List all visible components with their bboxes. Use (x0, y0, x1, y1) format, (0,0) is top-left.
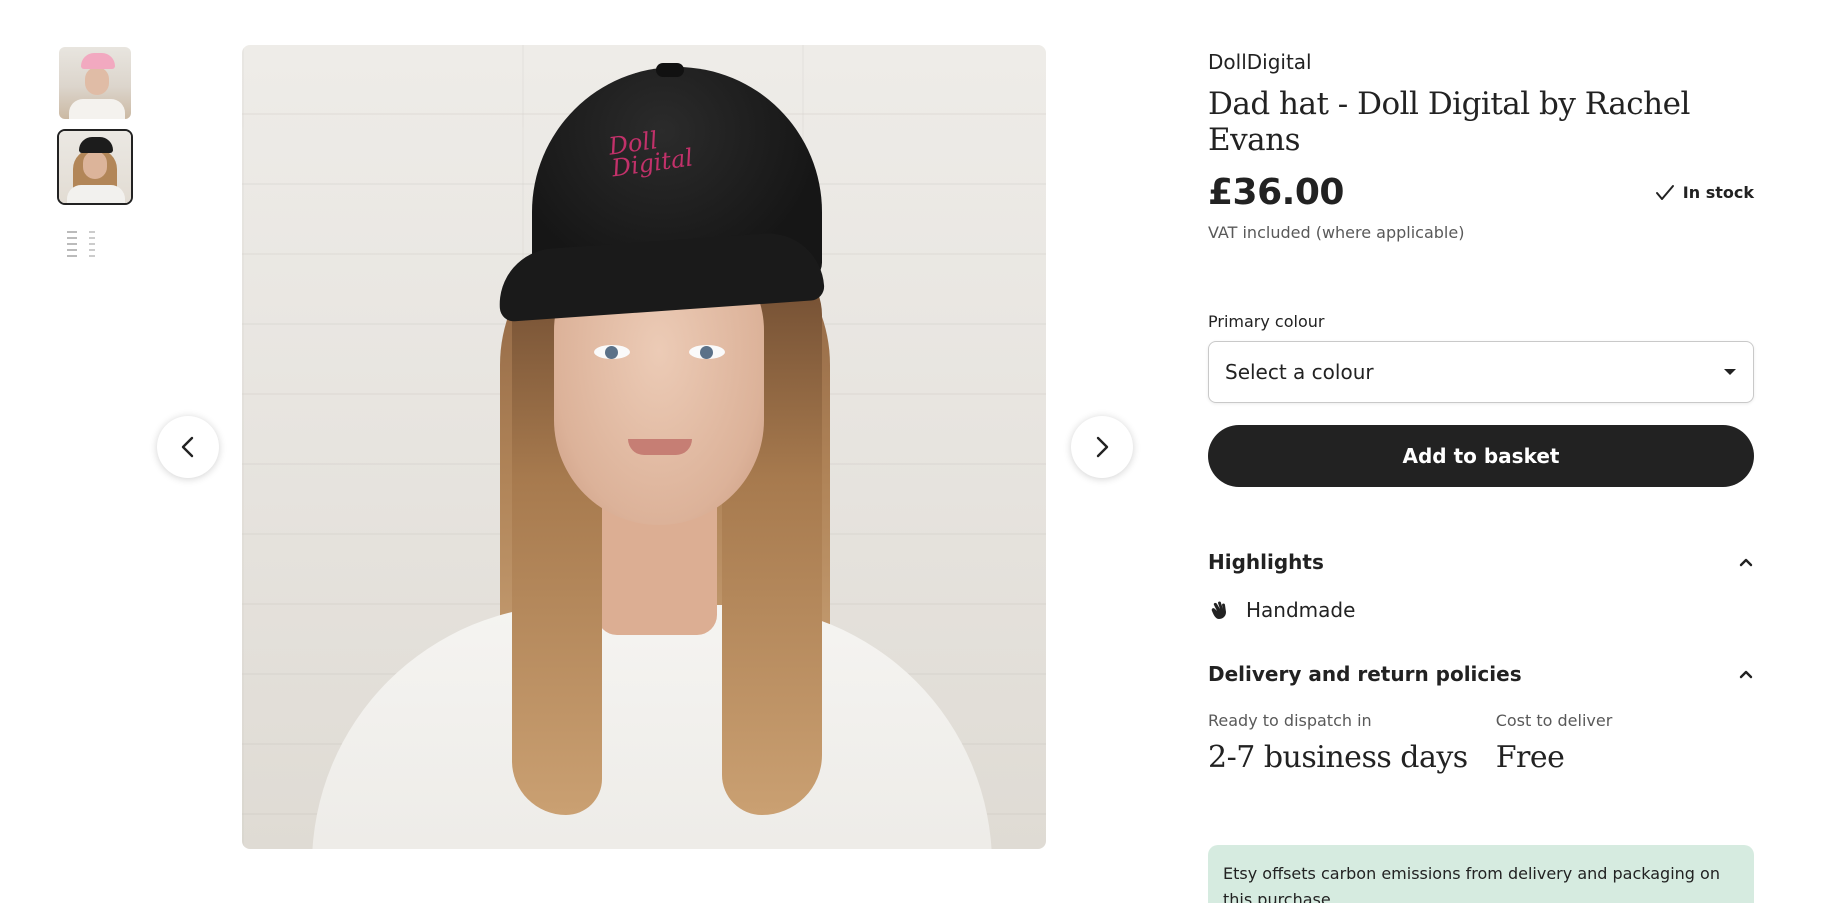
main-product-image[interactable]: Doll Digital (242, 45, 1046, 849)
primary-colour-select[interactable]: Select a colour (1208, 341, 1754, 403)
price-row: £36.00 In stock (1208, 172, 1754, 213)
dispatch-info: Ready to dispatch in 2-7 business days (1208, 711, 1468, 775)
vat-note: VAT included (where applicable) (1208, 223, 1465, 242)
highlight-item: Handmade (1208, 598, 1754, 622)
chevron-up-icon (1739, 558, 1753, 567)
carbon-offset-notice: Etsy offsets carbon emissions from deliv… (1208, 845, 1754, 903)
chevron-left-icon (181, 436, 194, 458)
checkmark-icon (1655, 184, 1674, 200)
delivery-section: Delivery and return policies Ready to di… (1208, 662, 1754, 775)
shop-name-link[interactable]: DollDigital (1208, 50, 1754, 74)
delivery-cost-value: Free (1495, 740, 1565, 775)
previous-image-button[interactable] (157, 416, 219, 478)
stock-status-label: In stock (1682, 183, 1754, 202)
next-image-button[interactable] (1071, 416, 1133, 478)
thumbnail-list (57, 45, 133, 297)
primary-colour-label: Primary colour (1208, 312, 1325, 331)
chevron-right-icon (1096, 436, 1109, 458)
delivery-heading: Delivery and return policies (1208, 662, 1522, 686)
delivery-cost-info: Cost to deliver Free (1496, 711, 1613, 775)
add-to-basket-button[interactable]: Add to basket (1208, 425, 1754, 487)
highlights-section: Highlights Handmade (1208, 550, 1754, 622)
dispatch-value: 2-7 business days (1208, 740, 1468, 775)
highlights-heading: Highlights (1208, 550, 1324, 574)
primary-colour-value: Select a colour (1225, 360, 1374, 384)
product-details: DollDigital Dad hat - Doll Digital by Ra… (1208, 45, 1754, 775)
thumbnail-pink-cap[interactable] (57, 45, 133, 121)
highlights-toggle[interactable]: Highlights (1208, 550, 1754, 574)
stock-status: In stock (1655, 183, 1754, 202)
dispatch-label: Ready to dispatch in (1208, 711, 1372, 730)
thumbnail-black-cap[interactable] (57, 129, 133, 205)
delivery-toggle[interactable]: Delivery and return policies (1208, 662, 1754, 686)
cap-embroidery: Doll Digital (606, 126, 695, 183)
thumbnail-image (59, 47, 131, 119)
handmade-hand-icon (1211, 601, 1226, 619)
delivery-details: Ready to dispatch in 2-7 business days C… (1208, 711, 1754, 775)
product-title: Dad hat - Doll Digital by Rachel Evans (1208, 86, 1690, 158)
thumbnail-size-chart[interactable] (57, 213, 133, 289)
thumbnail-image (59, 131, 131, 203)
price: £36.00 (1208, 172, 1344, 213)
caret-down-icon (1724, 369, 1736, 375)
chevron-up-icon (1739, 670, 1753, 679)
delivery-cost-label: Cost to deliver (1495, 711, 1613, 730)
highlight-label: Handmade (1246, 598, 1356, 622)
